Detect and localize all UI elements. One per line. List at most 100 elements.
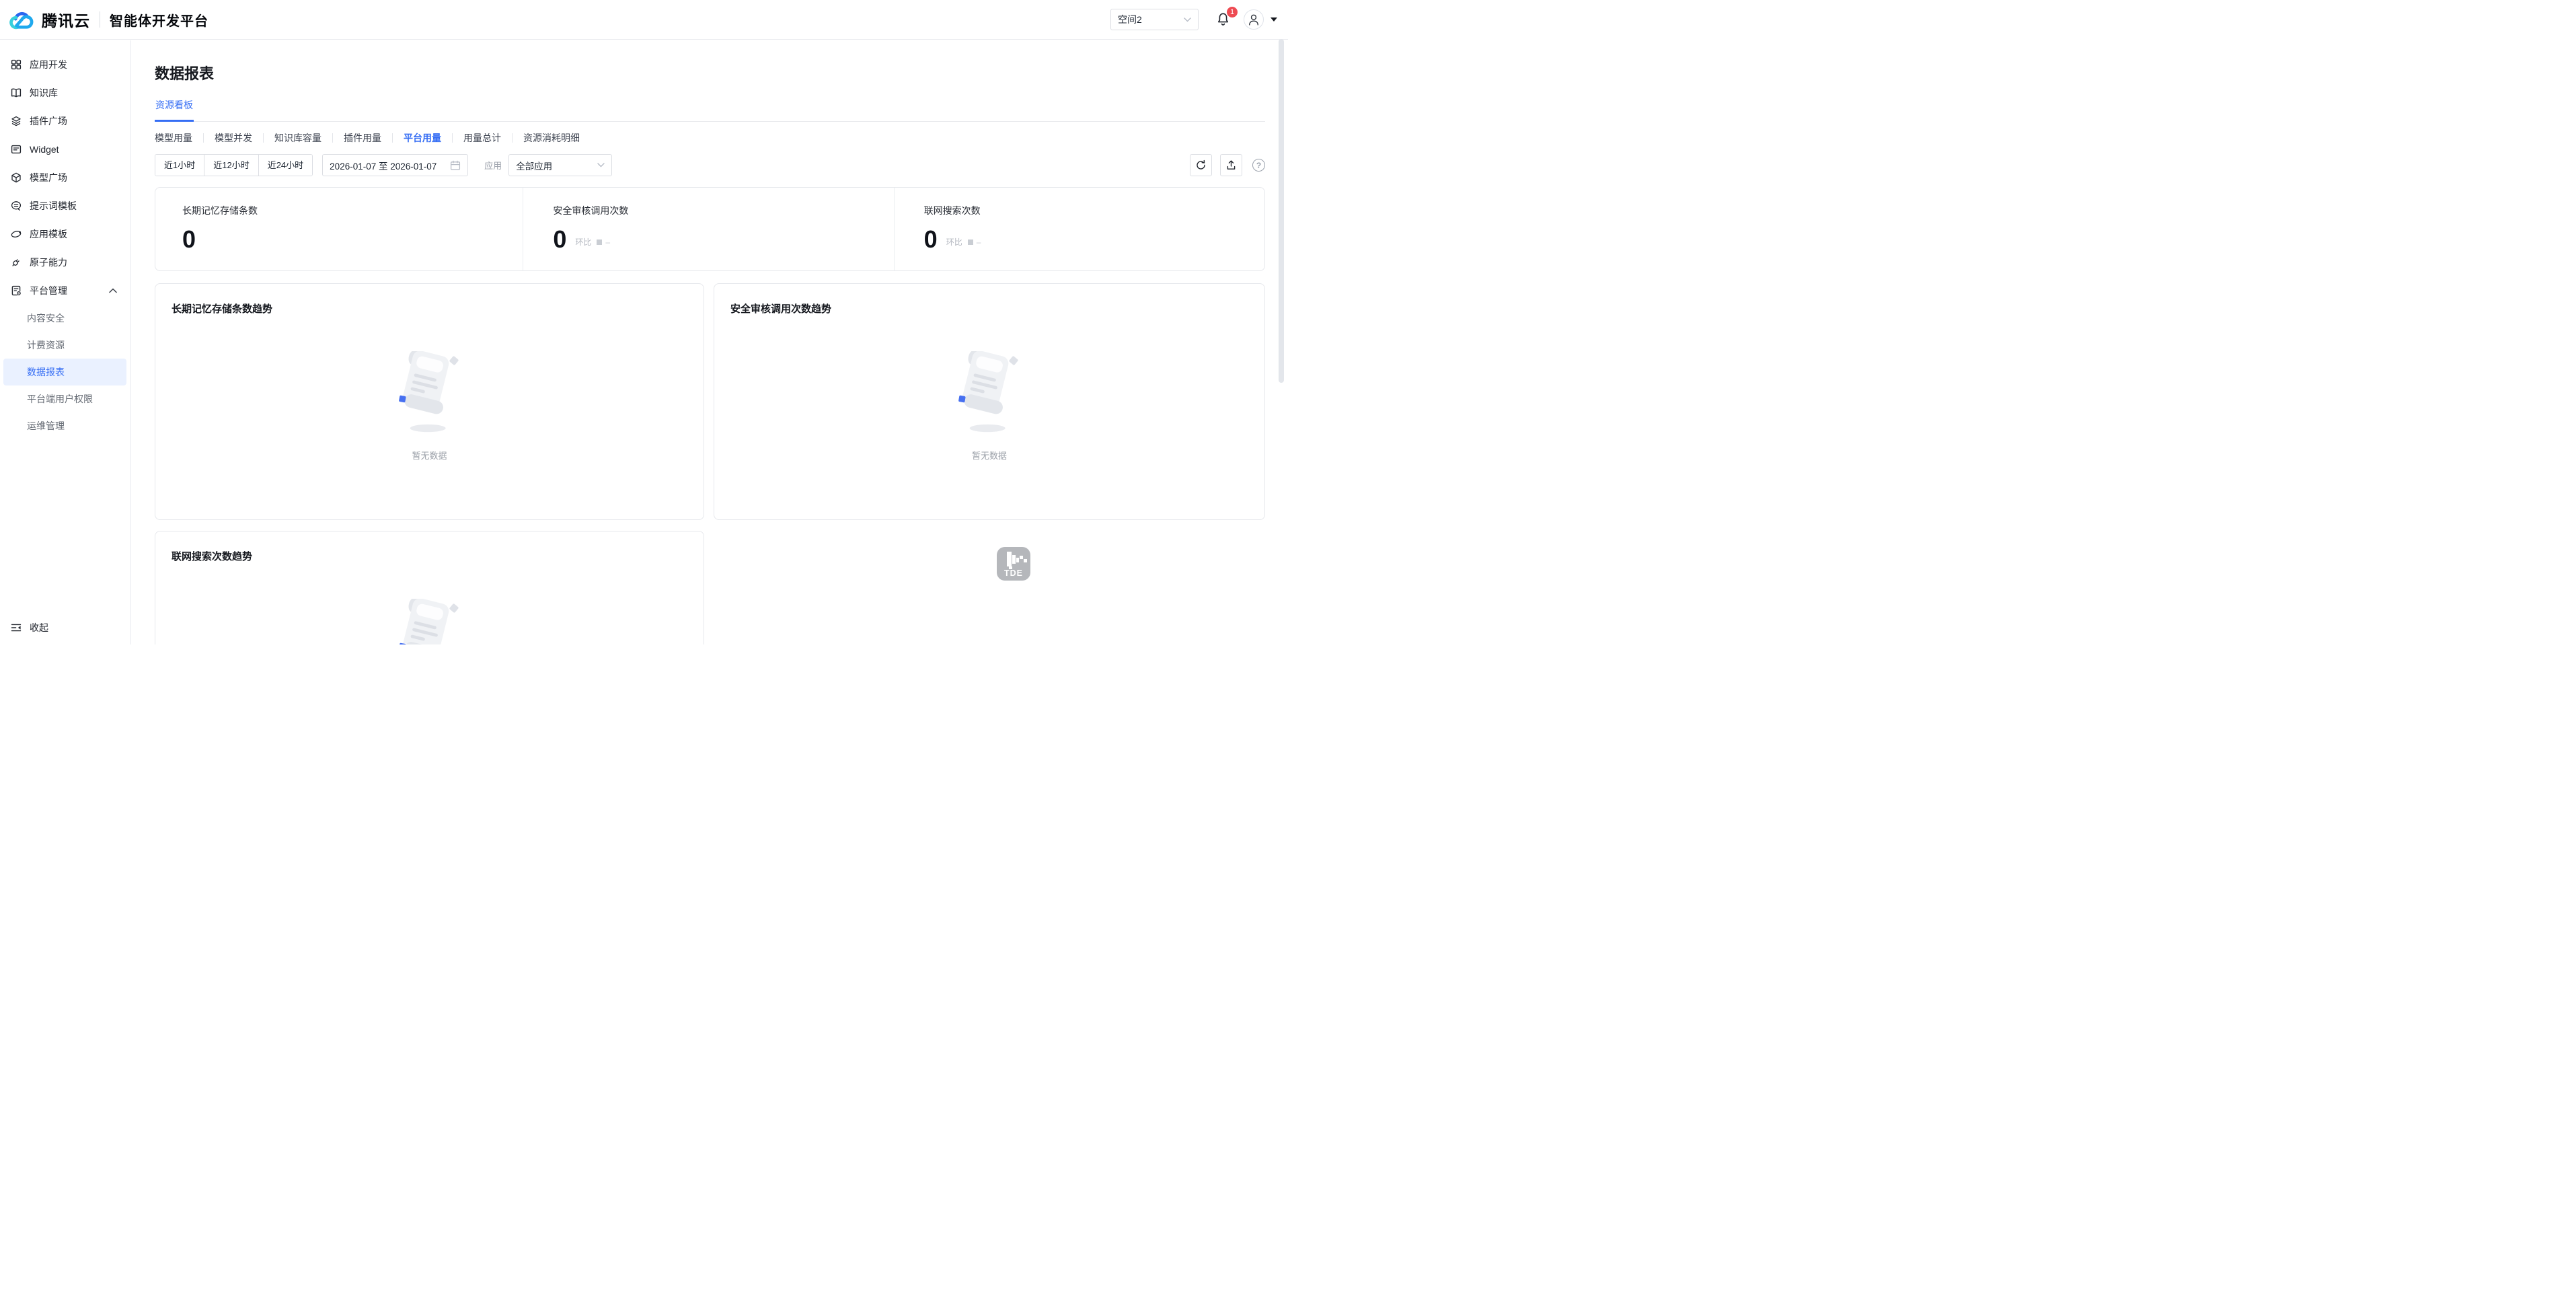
collapse-icon: [10, 622, 22, 634]
sidebar-item-platform-management[interactable]: 平台管理: [0, 277, 130, 305]
time-button-1h[interactable]: 近1小时: [155, 155, 204, 176]
main-content: 数据报表 资源看板 模型用量 模型并发 知识库容量 插件用量 平台用量 用量总计…: [132, 40, 1288, 644]
sidebar-item-app-dev[interactable]: 应用开发: [0, 50, 130, 79]
sidebar-subitem-ops-management[interactable]: 运维管理: [3, 412, 126, 439]
widget-icon: [10, 143, 22, 155]
tab-model-usage[interactable]: 模型用量: [155, 131, 192, 145]
book-icon: [10, 87, 22, 99]
time-range-group: 近1小时 近12小时 近24小时: [155, 154, 313, 176]
app-select-value: 全部应用: [516, 159, 552, 172]
doc-gear-icon: [10, 285, 22, 297]
stat-compare: 环比 –: [946, 236, 981, 248]
charts-row: 长期记忆存储条数趋势 暂无数据: [155, 283, 1265, 520]
sidebar-subitem-data-reports[interactable]: 数据报表: [3, 359, 126, 385]
chevron-down-icon: [1184, 17, 1191, 22]
app-select[interactable]: 全部应用: [508, 154, 612, 176]
sidebar-item-prompt-templates[interactable]: 提示词模板: [0, 192, 130, 220]
sidebar-item-atomic-capabilities[interactable]: 原子能力: [0, 248, 130, 277]
sidebar-item-app-templates[interactable]: 应用模板: [0, 220, 130, 248]
stat-security-audit: 安全审核调用次数 0 环比 –: [523, 188, 893, 270]
product-title: 智能体开发平台: [110, 10, 209, 30]
time-button-12h[interactable]: 近12小时: [204, 155, 258, 176]
chart-title: 联网搜索次数趋势: [155, 531, 704, 563]
sidebar-subitem-billing-resources[interactable]: 计费资源: [3, 332, 126, 359]
sidebar-subitem-platform-user-permissions[interactable]: 平台端用户权限: [3, 385, 126, 412]
help-glyph: ?: [1256, 161, 1261, 170]
tab-resource-board[interactable]: 资源看板: [155, 98, 194, 122]
prompt-bubble-icon: [10, 200, 22, 212]
empty-text: 暂无数据: [412, 449, 447, 462]
chart-card-security-audit-trend: 安全审核调用次数趋势 暂无数据: [714, 283, 1265, 520]
empty-state: 暂无数据: [155, 599, 704, 644]
empty-scroll-illustration: [395, 351, 465, 435]
sidebar-item-label: 知识库: [30, 86, 117, 100]
date-range-value: 2026-01-07 至 2026-01-07: [330, 159, 437, 172]
compare-square-icon: [597, 240, 602, 245]
sidebar-subitem-label: 数据报表: [27, 365, 65, 379]
app-filter-label: 应用: [484, 159, 502, 172]
sidebar-subitem-content-safety[interactable]: 内容安全: [3, 305, 126, 332]
scrollbar[interactable]: [1279, 39, 1284, 383]
sidebar-item-plugin-market[interactable]: 插件广场: [0, 107, 130, 135]
empty-text: 暂无数据: [972, 449, 1007, 462]
sidebar-collapse-button[interactable]: 收起: [0, 611, 130, 644]
stat-label: 联网搜索次数: [924, 204, 1264, 217]
compare-value: –: [977, 237, 981, 247]
tab-usage-total[interactable]: 用量总计: [463, 131, 501, 145]
export-button[interactable]: [1220, 154, 1242, 176]
grid-icon: [10, 59, 22, 71]
calendar-icon: [450, 160, 461, 171]
secondary-tabs: 模型用量 模型并发 知识库容量 插件用量 平台用量 用量总计 资源消耗明细: [155, 131, 1265, 145]
workspace-select[interactable]: 空间2: [1110, 9, 1199, 30]
stat-value: 0: [553, 227, 566, 252]
sidebar-item-label: 原子能力: [30, 256, 117, 269]
sidebar-item-label: 应用开发: [30, 58, 117, 71]
chart-card-web-search-trend: 联网搜索次数趋势 暂无数据: [155, 531, 704, 644]
time-button-24h[interactable]: 近24小时: [258, 155, 312, 176]
avatar[interactable]: [1244, 9, 1264, 30]
help-icon[interactable]: ?: [1252, 159, 1265, 172]
tde-watermark: TDE: [997, 547, 1030, 581]
sidebar-item-model-market[interactable]: 模型广场: [0, 163, 130, 192]
tde-label: TDE: [1004, 568, 1023, 578]
date-range-input[interactable]: 2026-01-07 至 2026-01-07: [322, 154, 468, 176]
tab-platform-usage[interactable]: 平台用量: [404, 131, 441, 145]
orbit-icon: [10, 228, 22, 240]
chart-title: 长期记忆存储条数趋势: [155, 284, 704, 316]
sidebar-item-label: 模型广场: [30, 171, 117, 184]
sidebar-subitem-label: 运维管理: [27, 419, 65, 433]
stat-compare: 环比 –: [575, 236, 610, 248]
tab-plugin-usage[interactable]: 插件用量: [344, 131, 381, 145]
brand: 腾讯云 智能体开发平台: [9, 8, 209, 31]
empty-state: 暂无数据: [714, 351, 1264, 462]
stat-label: 安全审核调用次数: [553, 204, 893, 217]
brand-name: 腾讯云: [42, 8, 90, 31]
sidebar-item-widget[interactable]: Widget: [0, 135, 130, 163]
notifications-button[interactable]: 1: [1216, 12, 1230, 27]
tab-resource-consumption-detail[interactable]: 资源消耗明细: [523, 131, 580, 145]
stat-label: 长期记忆存储条数: [182, 204, 523, 217]
sidebar: 应用开发 知识库 插件广场 Widget: [0, 40, 131, 644]
stat-value: 0: [182, 227, 196, 252]
topbar: 腾讯云 智能体开发平台 空间2 1: [0, 0, 1288, 40]
tab-model-concurrency[interactable]: 模型并发: [215, 131, 252, 145]
tab-divider: [452, 133, 453, 143]
tencent-cloud-logo-icon: [9, 9, 36, 30]
page-title: 数据报表: [155, 62, 1265, 83]
layers-icon: [10, 115, 22, 127]
tab-kb-capacity[interactable]: 知识库容量: [274, 131, 321, 145]
chart-card-long-term-memory-trend: 长期记忆存储条数趋势 暂无数据: [155, 283, 704, 520]
stat-value: 0: [924, 227, 938, 252]
filter-row: 近1小时 近12小时 近24小时 2026-01-07 至 2026-01-07…: [155, 154, 1265, 176]
caret-down-icon[interactable]: [1271, 17, 1277, 22]
export-icon: [1225, 159, 1237, 171]
chevron-down-icon: [597, 163, 605, 168]
stats-card: 长期记忆存储条数 0 安全审核调用次数 0 环比 – 联网搜索次数 0 环比: [155, 187, 1265, 271]
compare-label: 环比: [946, 236, 962, 248]
compare-label: 环比: [575, 236, 591, 248]
sidebar-item-label: 平台管理: [30, 284, 109, 297]
workspace-select-value: 空间2: [1118, 13, 1142, 26]
sidebar-item-knowledge-base[interactable]: 知识库: [0, 79, 130, 107]
refresh-button[interactable]: [1190, 154, 1212, 176]
compare-value: –: [605, 237, 610, 247]
